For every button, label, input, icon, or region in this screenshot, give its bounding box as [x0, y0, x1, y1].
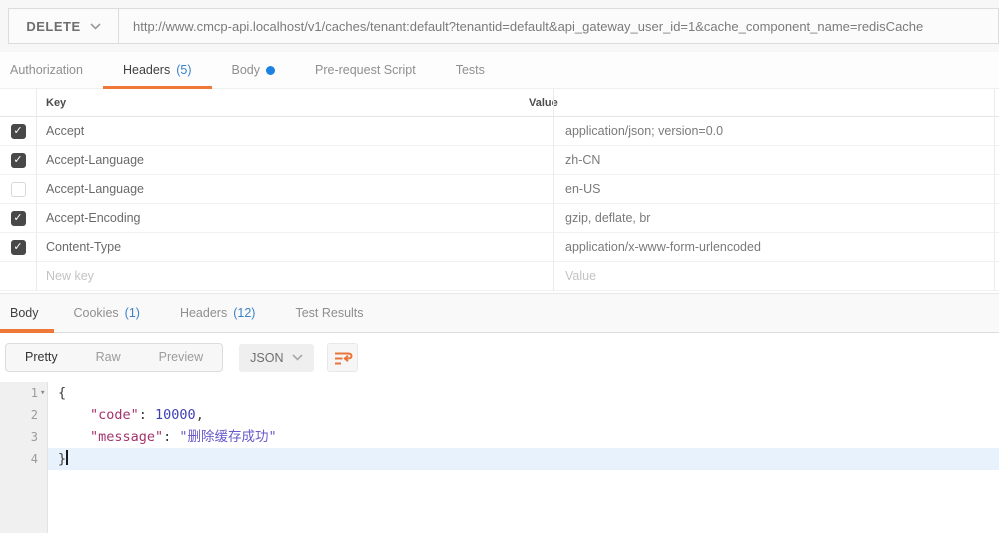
table-header-row: Key Value	[0, 89, 999, 117]
format-select[interactable]: JSON	[239, 343, 315, 372]
table-row: ✓ Accept-Language zh-CN	[0, 146, 999, 175]
header-value-field[interactable]: zh-CN	[553, 153, 999, 167]
cookies-count-badge: (1)	[124, 306, 140, 320]
header-value-field[interactable]: application/x-www-form-urlencoded	[553, 240, 999, 254]
header-key-field[interactable]: Accept	[36, 124, 553, 138]
row-checkbox[interactable]: ✓	[10, 152, 26, 168]
line-number: 3	[30, 430, 38, 444]
response-body-editor[interactable]: 1 ▾ { 2 "code": 10000, 3 "message": "删除缓…	[0, 382, 999, 533]
view-mode-preview[interactable]: Preview	[140, 344, 222, 371]
json-line: 1 ▾ {	[0, 382, 999, 404]
request-url-strip: DELETE http://www.cmcp-api.localhost/v1/…	[0, 0, 999, 52]
header-value-field[interactable]: en-US	[553, 182, 999, 196]
url-input[interactable]: http://www.cmcp-api.localhost/v1/caches/…	[119, 9, 998, 43]
column-divider	[36, 89, 37, 291]
line-number: 4	[30, 452, 38, 466]
chevron-down-icon	[90, 22, 101, 30]
response-tabs: Body Cookies (1) Headers (12) Test Resul…	[0, 293, 999, 333]
view-mode-raw[interactable]: Raw	[77, 344, 140, 371]
response-headers-count-badge: (12)	[233, 306, 256, 320]
wrap-text-icon	[334, 351, 353, 364]
header-value-field[interactable]: gzip, deflate, br	[553, 211, 999, 225]
new-key-input[interactable]: New key	[36, 269, 553, 283]
new-value-input[interactable]: Value	[553, 269, 999, 283]
json-line: 3 "message": "删除缓存成功"	[0, 426, 999, 448]
url-bar: DELETE http://www.cmcp-api.localhost/v1/…	[8, 8, 999, 44]
column-divider	[553, 89, 554, 291]
headers-count-badge: (5)	[176, 63, 192, 77]
wrap-text-button[interactable]	[327, 343, 359, 372]
header-key-field[interactable]: Accept-Language	[36, 153, 553, 167]
row-checkbox[interactable]: ✓	[10, 181, 26, 197]
table-row: ✓ Accept-Language en-US	[0, 175, 999, 204]
table-row: ✓ Content-Type application/x-www-form-ur…	[0, 233, 999, 262]
text-cursor	[66, 450, 69, 465]
tab-body[interactable]: Body	[212, 52, 296, 88]
method-label: DELETE	[26, 18, 81, 34]
response-view-toolbar: Pretty Raw Preview JSON	[5, 343, 999, 372]
tab-pre-request-script[interactable]: Pre-request Script	[295, 52, 436, 88]
line-number: 1	[30, 386, 38, 400]
value-column-header: Value	[529, 96, 558, 109]
line-number: 2	[30, 408, 38, 422]
tab-headers[interactable]: Headers (5)	[102, 52, 212, 89]
request-tabs: Authorization Headers (5) Body Pre-reque…	[0, 52, 999, 89]
header-key-field[interactable]: Accept-Language	[36, 182, 553, 196]
key-column-header: Key	[46, 96, 67, 109]
column-divider	[994, 89, 995, 291]
method-select[interactable]: DELETE	[9, 9, 119, 43]
row-checkbox[interactable]: ✓	[10, 239, 26, 255]
collapse-triangle-icon[interactable]: ▾	[40, 382, 45, 404]
row-checkbox[interactable]: ✓	[10, 210, 26, 226]
new-header-row: New key Value	[0, 262, 999, 291]
response-tab-cookies[interactable]: Cookies (1)	[54, 294, 160, 332]
header-key-field[interactable]: Accept-Encoding	[36, 211, 553, 225]
json-line: 2 "code": 10000,	[0, 404, 999, 426]
header-key-field[interactable]: Content-Type	[36, 240, 553, 254]
tab-authorization[interactable]: Authorization	[10, 52, 103, 88]
table-row: ✓ Accept application/json; version=0.0	[0, 117, 999, 146]
headers-table: Key Value ✓ Accept application/json; ver…	[0, 89, 999, 291]
header-value-field[interactable]: application/json; version=0.0	[553, 124, 999, 138]
response-tab-headers[interactable]: Headers (12)	[160, 294, 275, 332]
view-mode-pretty[interactable]: Pretty	[6, 344, 77, 371]
tab-tests[interactable]: Tests	[436, 52, 505, 88]
row-checkbox[interactable]: ✓	[10, 123, 26, 139]
chevron-down-icon	[292, 354, 304, 361]
view-mode-group: Pretty Raw Preview	[5, 343, 224, 372]
response-tab-body[interactable]: Body	[0, 294, 54, 333]
body-modified-dot-icon	[266, 65, 275, 75]
response-tab-test-results[interactable]: Test Results	[275, 294, 383, 332]
table-row: ✓ Accept-Encoding gzip, deflate, br	[0, 204, 999, 233]
json-line: 4 }	[0, 448, 999, 470]
